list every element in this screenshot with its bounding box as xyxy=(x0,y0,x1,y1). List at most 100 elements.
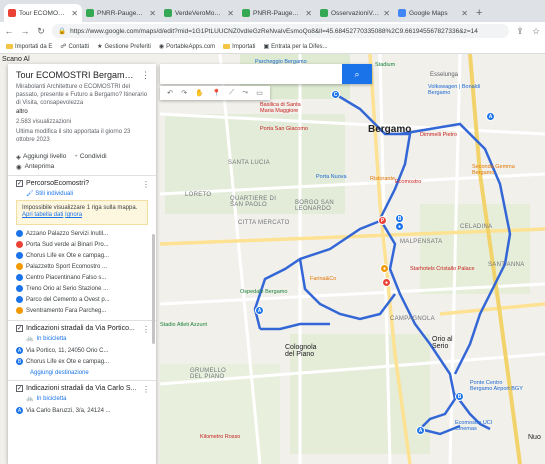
bookmark-item[interactable]: ▣ Entrata per la Difes... xyxy=(264,43,328,51)
poi-label[interactable]: Volkswagen | Bonaldi Bergamo xyxy=(428,84,498,96)
poi-label[interactable]: Porta San Giacomo xyxy=(260,126,308,132)
direction-origin[interactable]: A Via Carlo Baruzzi, 3/a, 24124 ... xyxy=(16,405,148,416)
direction-destination[interactable]: B Chorus Life ex Ote e campag... xyxy=(16,356,148,367)
list-item[interactable]: Chorus Life ex Ote e campag... xyxy=(16,250,148,261)
poi-label[interactable]: Starhotels Cristallo Palace xyxy=(410,266,475,272)
place-marker[interactable]: ● xyxy=(380,264,389,273)
poi-label[interactable]: Dimmelli Pietro xyxy=(420,132,457,138)
list-item[interactable]: Sventramento Fara Parcheg... xyxy=(16,305,148,316)
close-icon[interactable]: ✕ xyxy=(461,9,468,18)
undo-icon[interactable]: ↶ xyxy=(167,89,173,97)
poi-label[interactable]: Farina&Co xyxy=(310,276,336,282)
close-icon[interactable]: ✕ xyxy=(305,9,312,18)
open-data-table-link[interactable]: Apri tabella dati xyxy=(22,212,63,218)
more-options-icon[interactable]: ⋮ xyxy=(141,70,150,81)
poi-label[interactable]: Ecomostro xyxy=(395,179,421,185)
route-marker[interactable]: C xyxy=(331,90,340,99)
star-icon[interactable]: ☆ xyxy=(531,26,541,37)
map-title[interactable]: Tour ECOMOSTRI Bergamo e Mir... xyxy=(16,70,136,80)
layer-checkbox[interactable]: ✓ xyxy=(16,385,23,393)
layer-title[interactable]: PercorsoEcomostri? xyxy=(26,180,89,187)
layer-checkbox[interactable]: ✓ xyxy=(16,179,23,187)
poi-label[interactable]: Ponte Centro Bergamo Airport BGY xyxy=(470,380,525,392)
tab-1[interactable]: PNRR-PaugemPorta ✕ xyxy=(82,4,160,22)
poi-label[interactable]: Seconda Gemma Bergamo xyxy=(472,164,527,176)
close-icon[interactable]: ✕ xyxy=(383,9,390,18)
poi-label[interactable]: Ecomostro UCI Cinemas xyxy=(455,420,510,432)
poi-label[interactable]: Basilica di Santa Maria Maggiore xyxy=(260,102,315,114)
scrollbar[interactable] xyxy=(152,234,155,344)
close-icon[interactable]: ✕ xyxy=(149,9,156,18)
reload-icon[interactable]: ↻ xyxy=(36,26,46,37)
poi-label[interactable]: Kilometro Rosso xyxy=(200,434,240,440)
travel-mode[interactable]: 🚲 In bicicletta xyxy=(26,395,148,403)
add-destination-link[interactable]: Aggiungi destinazione xyxy=(30,370,148,376)
tab-4[interactable]: OsservazioniVeiBCF ✕ xyxy=(316,4,394,22)
more-options-icon[interactable]: ⋮ xyxy=(142,385,150,394)
layer-checkbox[interactable]: ✓ xyxy=(16,325,23,333)
route-marker[interactable]: A xyxy=(255,306,264,315)
place-marker[interactable]: ● xyxy=(382,278,391,287)
list-item[interactable]: Centro Piacentinano Falso s... xyxy=(16,272,148,283)
share-button[interactable]: ⁺ Condividi xyxy=(74,153,106,161)
altro-link[interactable]: altro xyxy=(16,109,148,117)
layer-title[interactable]: Indicazioni stradali da Via Carlo S... xyxy=(26,385,136,392)
add-layer-button[interactable]: ◈ Aggiungi livello xyxy=(16,153,66,161)
close-icon[interactable]: ✕ xyxy=(227,9,234,18)
redo-icon[interactable]: ↷ xyxy=(181,89,187,97)
place-marker[interactable]: P xyxy=(378,216,387,225)
poi-label[interactable]: Stadio Atleti Azzurri xyxy=(160,322,207,328)
search-icon: ⌕ xyxy=(354,68,360,79)
poi-label[interactable]: Ospedale Bergamo xyxy=(240,289,290,295)
back-icon[interactable]: ← xyxy=(4,26,14,36)
new-tab-button[interactable]: + xyxy=(476,4,482,22)
layer-title[interactable]: Indicazioni stradali da Via Portico... xyxy=(26,325,135,332)
styles-link[interactable]: 🖌 Stili individuali xyxy=(26,190,148,197)
place-marker[interactable]: ● xyxy=(395,222,404,231)
list-item[interactable]: Porta Sud verde ai Binari Pro... xyxy=(16,239,148,250)
directions-icon[interactable]: ⤳ xyxy=(242,89,248,97)
direction-origin[interactable]: A Via Portico, 11, 24050 Orio C... xyxy=(16,345,148,356)
layer-directions-2: ✓ Indicazioni stradali da Via Carlo S...… xyxy=(8,381,156,420)
poi-label[interactable]: Stadium xyxy=(375,62,395,68)
tab-5[interactable]: Google Maps ✕ xyxy=(394,4,472,22)
bookmark-item[interactable]: Importati da E xyxy=(6,44,52,50)
route-marker[interactable]: A xyxy=(416,426,425,435)
search-button[interactable]: ⌕ xyxy=(342,64,372,84)
bookmark-item[interactable]: Importati xyxy=(223,44,256,50)
forward-icon[interactable]: → xyxy=(20,26,30,36)
more-options-icon[interactable]: ⋮ xyxy=(142,325,150,334)
list-item[interactable]: Palazzetto Sport Ecomostro ... xyxy=(16,261,148,272)
poi-label[interactable]: Porta Nuova xyxy=(316,174,347,180)
layer-header[interactable]: ✓ PercorsoEcomostri? xyxy=(16,179,148,187)
bookmark-item[interactable]: ☍ Contatti xyxy=(60,43,89,51)
town-label: Esselunga xyxy=(430,72,459,78)
more-options-icon[interactable]: ⋮ xyxy=(142,180,150,189)
ruler-icon[interactable]: ▭ xyxy=(256,89,263,97)
share-icon[interactable]: ⇪ xyxy=(515,26,525,37)
layer-directions-1: ✓ Indicazioni stradali da Via Portico...… xyxy=(8,321,156,380)
list-item[interactable]: Azzano Palazzo Servizi Inutil... xyxy=(16,228,148,239)
list-item[interactable]: Parco del Cemento a Ovest p... xyxy=(16,294,148,305)
tab-2[interactable]: VerdeVeroMonte&di ✕ xyxy=(160,4,238,22)
bookmark-item[interactable]: ◉ PortableApps.com xyxy=(159,43,215,51)
tab-0[interactable]: Tour ECOMOSTRI Be ✕ xyxy=(4,4,82,22)
hand-icon[interactable]: ✋ xyxy=(195,89,204,97)
poi-label[interactable]: Ristorante xyxy=(370,176,395,182)
url-input[interactable]: 🔒 https://www.google.com/maps/d/edit?mid… xyxy=(52,24,509,38)
map-canvas[interactable]: Bergamo SANTA LUCIA LORETO QUARTIERE DI … xyxy=(0,54,545,464)
line-icon[interactable]: ⟋ xyxy=(229,89,234,97)
tab-3[interactable]: PNRR-PaugemPortal ✕ xyxy=(238,4,316,22)
map-search-input[interactable]: ⌕ xyxy=(160,64,372,84)
travel-mode[interactable]: 🚲 In bicicletta xyxy=(26,335,148,343)
list-item[interactable]: Treno Orio al Serio Stazione ... xyxy=(16,283,148,294)
close-icon[interactable]: ✕ xyxy=(71,9,78,18)
bookmark-item[interactable]: ★ Gestione Preferiti xyxy=(97,43,151,51)
route-marker[interactable]: A xyxy=(486,112,495,121)
route-marker[interactable]: B xyxy=(455,392,464,401)
layer-header[interactable]: ✓ Indicazioni stradali da Via Portico... xyxy=(16,325,148,333)
marker-icon[interactable]: 📍 xyxy=(212,89,221,97)
preview-button[interactable]: ◉ Anteprima xyxy=(8,161,156,175)
layer-header[interactable]: ✓ Indicazioni stradali da Via Carlo S... xyxy=(16,385,148,393)
ignore-link[interactable]: Ignora xyxy=(65,212,82,218)
